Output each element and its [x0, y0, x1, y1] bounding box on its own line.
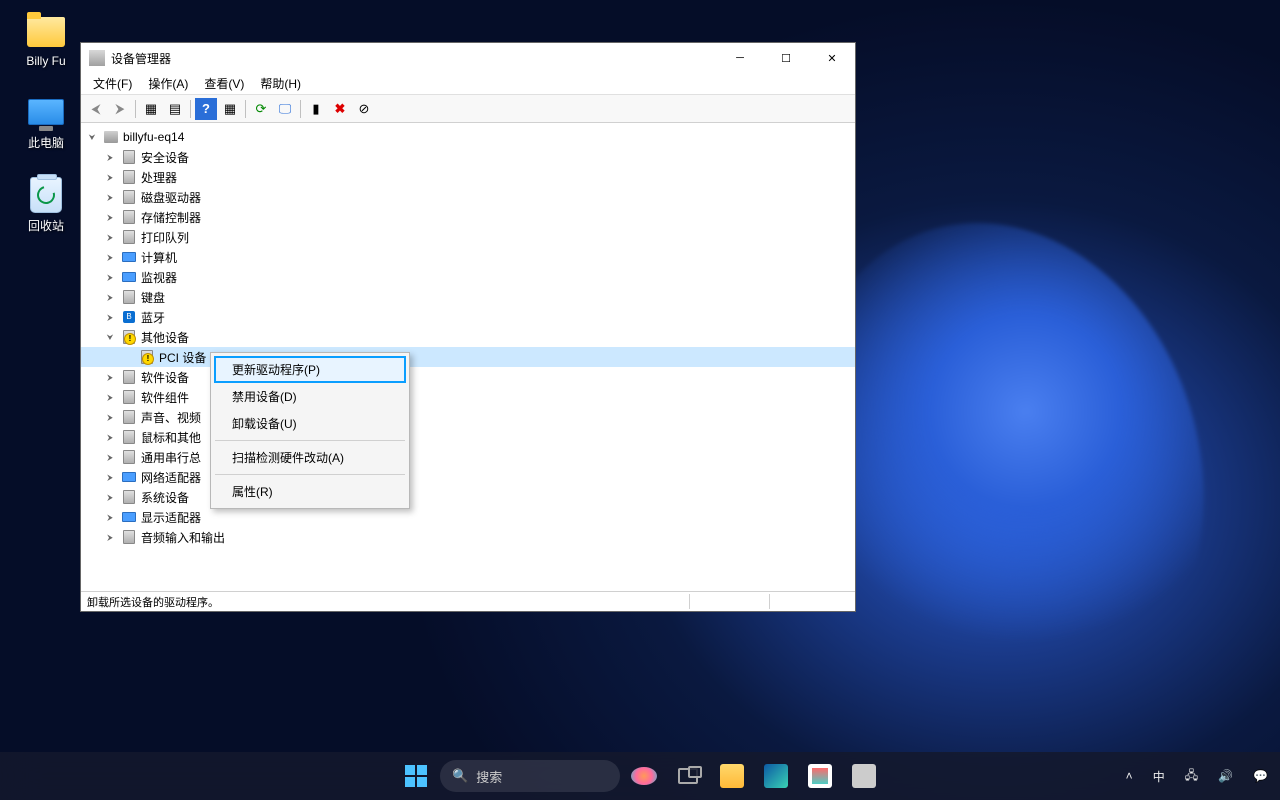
search-placeholder: 搜索 — [476, 767, 502, 786]
toolbar: ⮜ ⮞ ▦ ▤ ? ▦ ⟳ 🖵 ▮ ✖ ⊘ — [81, 95, 855, 123]
desktop-icon-label: Billy Fu — [26, 54, 65, 68]
tray-overflow-button[interactable]: ˄ — [1120, 765, 1139, 787]
store-icon — [808, 764, 832, 788]
desktop-icon-label: 回收站 — [28, 217, 64, 234]
minimize-button[interactable]: ─ — [717, 43, 763, 73]
update-driver-button[interactable]: ⟳ — [250, 98, 272, 120]
file-explorer-button[interactable] — [712, 756, 752, 796]
app-icon — [852, 764, 876, 788]
notifications-button[interactable]: 💬 — [1247, 765, 1274, 787]
taskbar-center: 🔍 搜索 — [396, 756, 884, 796]
tree-root-node[interactable]: billyfu-eq14 — [81, 127, 855, 147]
toolbar-separator — [245, 100, 246, 118]
taskbar: 🔍 搜索 ˄ 中 🖧 🔊 💬 — [0, 752, 1280, 800]
toolbar-separator — [300, 100, 301, 118]
status-cell — [769, 594, 849, 609]
menu-help[interactable]: 帮助(H) — [252, 73, 309, 94]
menu-file[interactable]: 文件(F) — [85, 73, 140, 94]
toolbar-separator — [190, 100, 191, 118]
properties-button[interactable]: ▤ — [164, 98, 186, 120]
tree-category-node[interactable]: 鼠标和其他 — [81, 427, 855, 447]
store-button[interactable] — [800, 756, 840, 796]
toolbar-button[interactable]: ▦ — [219, 98, 241, 120]
search-box[interactable]: 🔍 搜索 — [440, 760, 620, 792]
tree-category-node[interactable]: B蓝牙 — [81, 307, 855, 327]
tree-category-node[interactable]: 打印队列 — [81, 227, 855, 247]
back-button[interactable]: ⮜ — [85, 98, 107, 120]
show-hidden-button[interactable]: ▦ — [140, 98, 162, 120]
tree-category-node[interactable]: 键盘 — [81, 287, 855, 307]
tree-category-node[interactable]: 显示适配器 — [81, 507, 855, 527]
task-view-icon — [678, 768, 698, 784]
titlebar[interactable]: 设备管理器 ─ ☐ ✕ — [81, 43, 855, 73]
pinned-app-button[interactable] — [844, 756, 884, 796]
tree-category-node[interactable]: 声音、视频 — [81, 407, 855, 427]
task-view-button[interactable] — [668, 756, 708, 796]
search-icon: 🔍 — [452, 768, 468, 784]
context-menu-item[interactable]: 更新驱动程序(P) — [214, 356, 406, 383]
widgets-button[interactable] — [624, 756, 664, 796]
desktop-icon-area: Billy Fu 此电脑 回收站 — [8, 8, 84, 254]
folder-icon — [26, 12, 66, 52]
menubar: 文件(F) 操作(A) 查看(V) 帮助(H) — [81, 73, 855, 95]
tree-category-node[interactable]: 系统设备 — [81, 487, 855, 507]
desktop-icon-recycle-bin[interactable]: 回收站 — [8, 171, 84, 238]
tree-category-node[interactable]: 其他设备 — [81, 327, 855, 347]
volume-icon[interactable]: 🔊 — [1212, 765, 1239, 787]
device-tree[interactable]: billyfu-eq14安全设备处理器磁盘驱动器存储控制器打印队列计算机监视器键… — [81, 123, 855, 591]
status-text: 卸载所选设备的驱动程序。 — [87, 594, 689, 609]
tree-category-node[interactable]: 磁盘驱动器 — [81, 187, 855, 207]
context-menu-separator — [215, 440, 405, 441]
window-title: 设备管理器 — [111, 50, 717, 67]
statusbar: 卸载所选设备的驱动程序。 — [81, 591, 855, 611]
network-icon[interactable]: 🖧 — [1179, 762, 1204, 791]
edge-icon — [764, 764, 788, 788]
context-menu-item[interactable]: 属性(R) — [214, 478, 406, 505]
enable-device-button[interactable]: ▮ — [305, 98, 327, 120]
context-menu: 更新驱动程序(P)禁用设备(D)卸载设备(U) 扫描检测硬件改动(A) 属性(R) — [210, 352, 410, 509]
file-explorer-icon — [720, 764, 744, 788]
help-button[interactable]: ? — [195, 98, 217, 120]
widgets-icon — [631, 767, 657, 785]
device-manager-window: 设备管理器 ─ ☐ ✕ 文件(F) 操作(A) 查看(V) 帮助(H) ⮜ ⮞ … — [80, 42, 856, 612]
close-button[interactable]: ✕ — [809, 43, 855, 73]
desktop-icon-user-folder[interactable]: Billy Fu — [8, 8, 84, 72]
tree-device-node[interactable]: PCI 设备 — [81, 347, 855, 367]
context-menu-item[interactable]: 卸载设备(U) — [214, 410, 406, 437]
tree-category-node[interactable]: 监视器 — [81, 267, 855, 287]
desktop-icon-label: 此电脑 — [28, 134, 64, 151]
recycle-bin-icon — [26, 175, 66, 215]
context-menu-separator — [215, 474, 405, 475]
forward-button[interactable]: ⮞ — [109, 98, 131, 120]
start-button[interactable] — [396, 756, 436, 796]
scan-hardware-button[interactable]: 🖵 — [274, 98, 296, 120]
tree-category-node[interactable]: 软件组件 — [81, 387, 855, 407]
tree-category-node[interactable]: 软件设备 — [81, 367, 855, 387]
toolbar-separator — [135, 100, 136, 118]
context-menu-item[interactable]: 禁用设备(D) — [214, 383, 406, 410]
edge-button[interactable] — [756, 756, 796, 796]
context-menu-item[interactable]: 扫描检测硬件改动(A) — [214, 444, 406, 471]
windows-icon — [405, 765, 427, 787]
status-cell — [689, 594, 769, 609]
disable-device-button[interactable]: ⊘ — [353, 98, 375, 120]
tree-category-node[interactable]: 存储控制器 — [81, 207, 855, 227]
ime-indicator[interactable]: 中 — [1147, 764, 1171, 789]
tree-category-node[interactable]: 安全设备 — [81, 147, 855, 167]
tree-category-node[interactable]: 处理器 — [81, 167, 855, 187]
uninstall-device-button[interactable]: ✖ — [329, 98, 351, 120]
desktop-icon-this-pc[interactable]: 此电脑 — [8, 88, 84, 155]
tree-category-node[interactable]: 通用串行总 — [81, 447, 855, 467]
tree-category-node[interactable]: 音频输入和输出 — [81, 527, 855, 547]
menu-action[interactable]: 操作(A) — [140, 73, 196, 94]
menu-view[interactable]: 查看(V) — [196, 73, 252, 94]
tree-category-node[interactable]: 计算机 — [81, 247, 855, 267]
maximize-button[interactable]: ☐ — [763, 43, 809, 73]
device-manager-icon — [89, 50, 105, 66]
system-tray: ˄ 中 🖧 🔊 💬 — [1120, 762, 1274, 791]
pc-icon — [26, 92, 66, 132]
tree-category-node[interactable]: 网络适配器 — [81, 467, 855, 487]
